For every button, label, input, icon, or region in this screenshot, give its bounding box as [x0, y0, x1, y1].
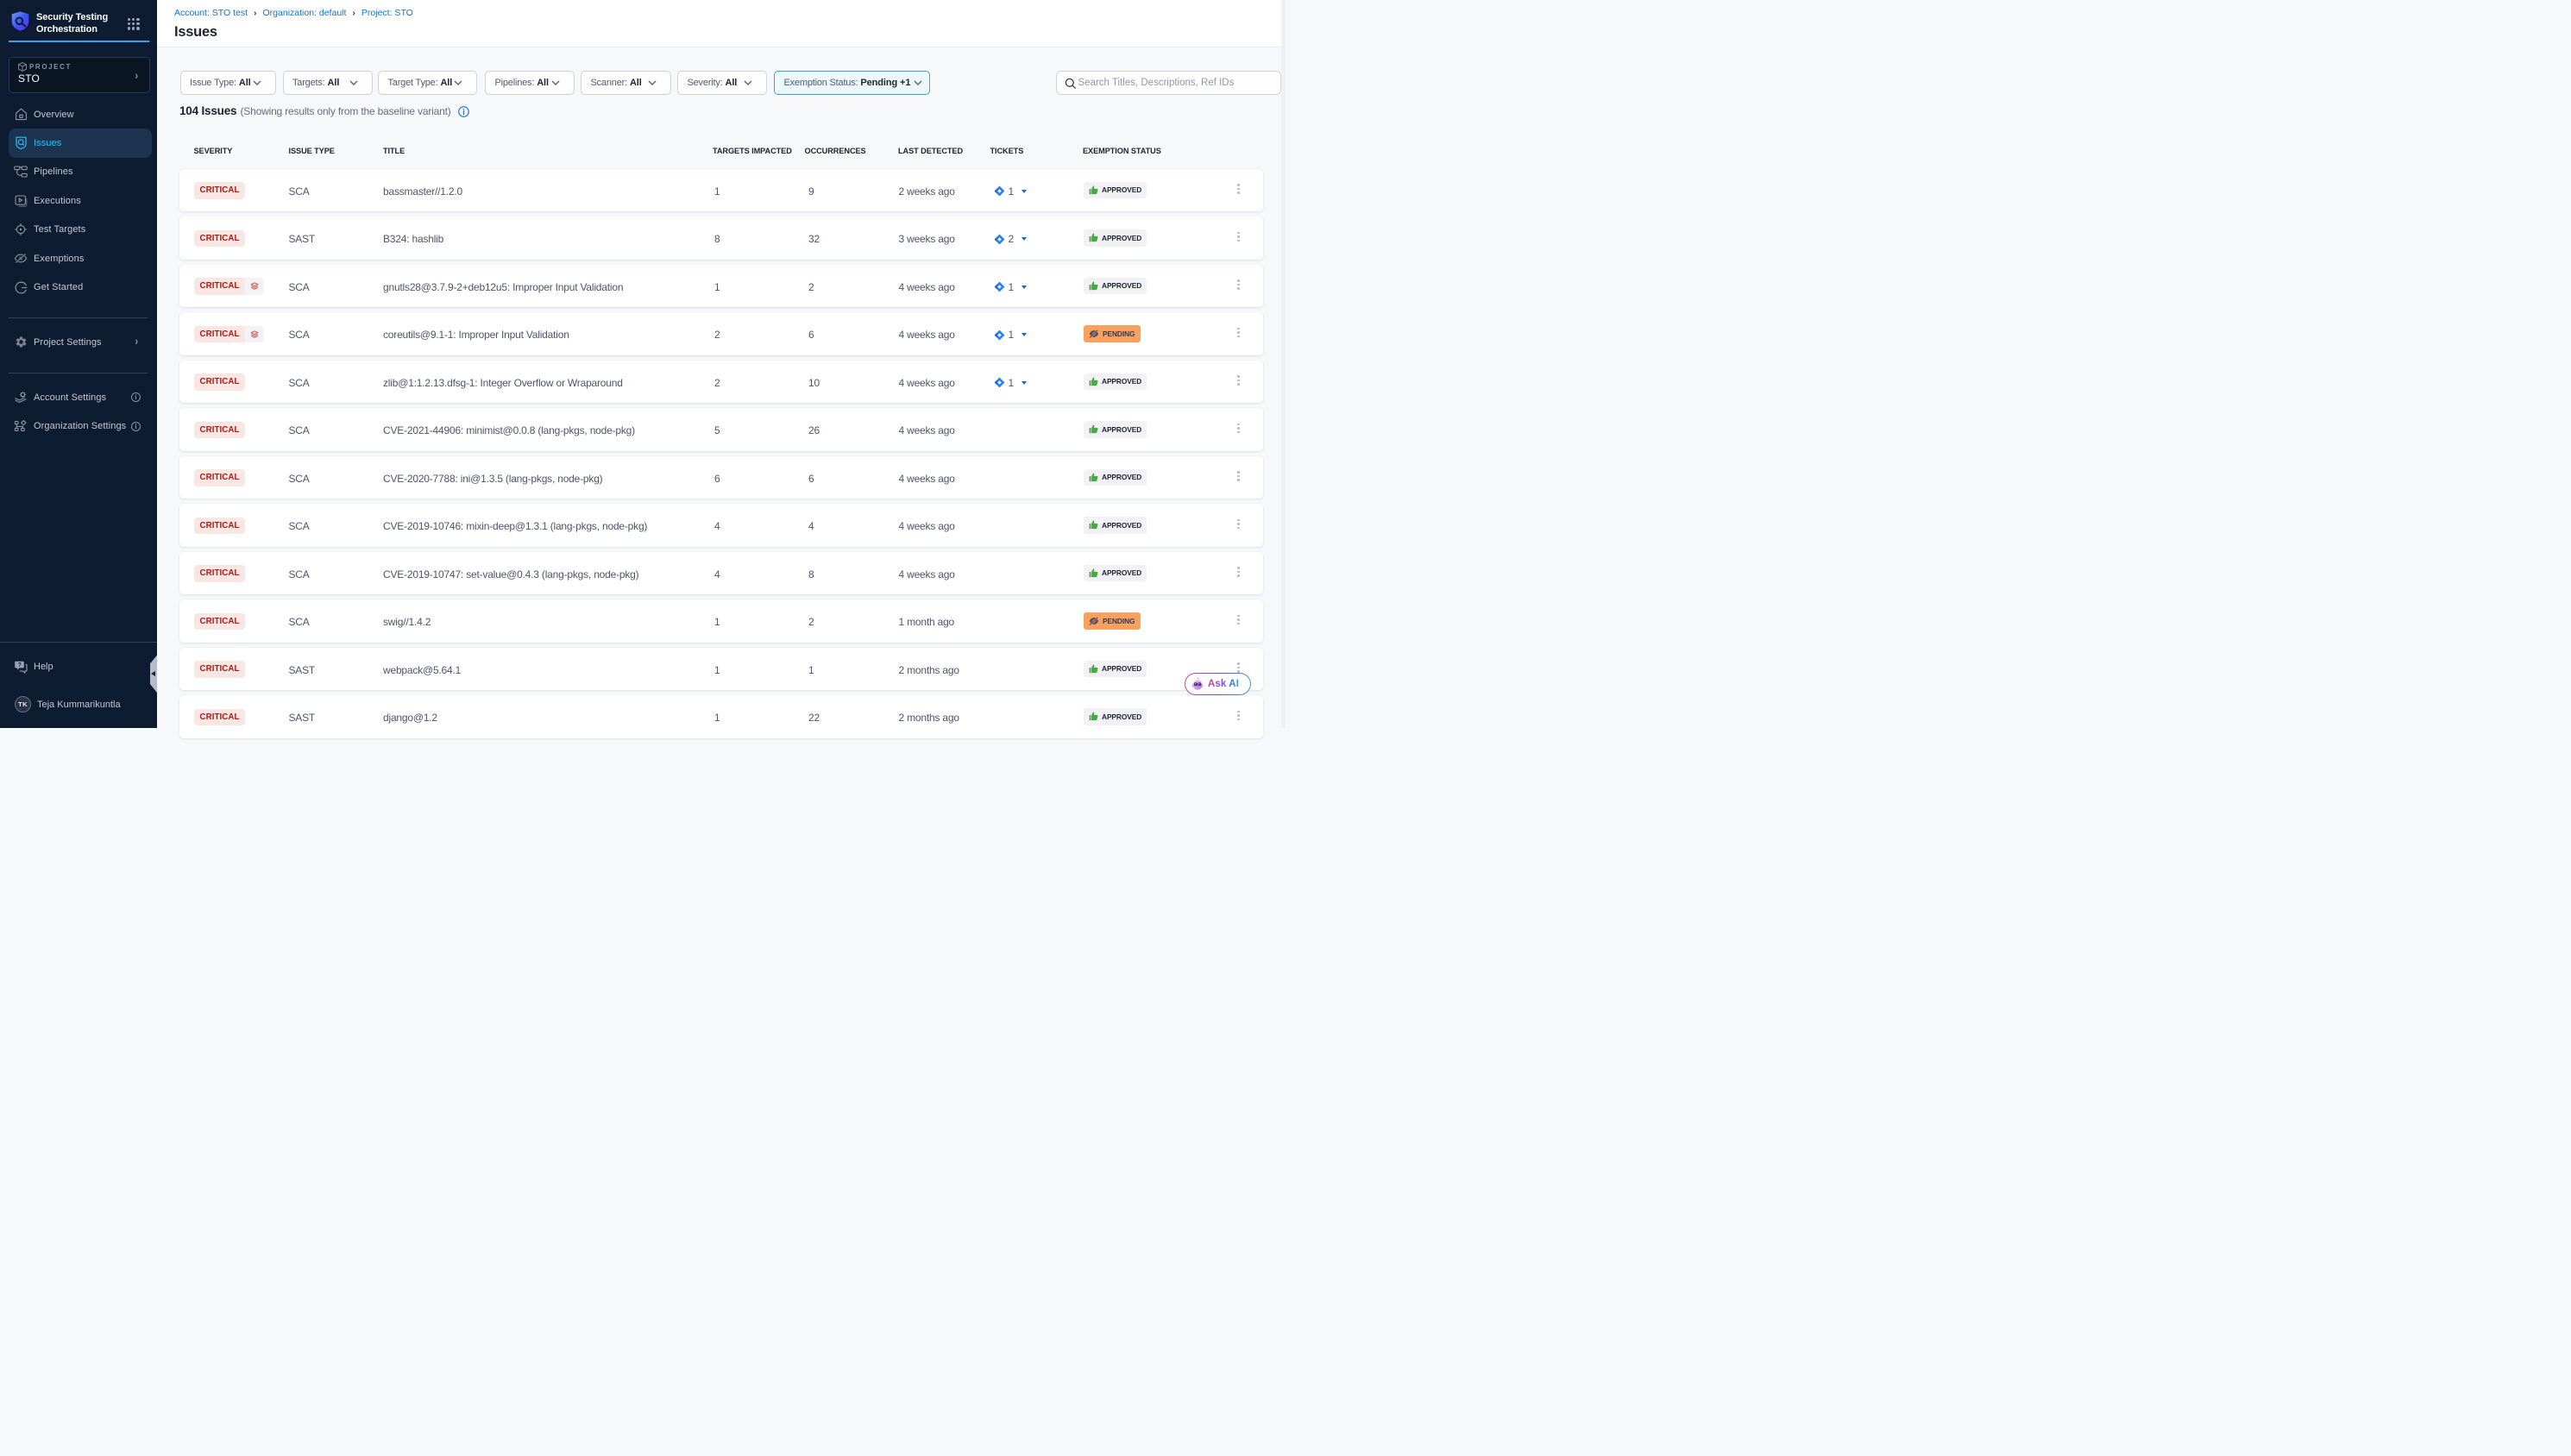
svg-text:?: ? [18, 662, 22, 668]
